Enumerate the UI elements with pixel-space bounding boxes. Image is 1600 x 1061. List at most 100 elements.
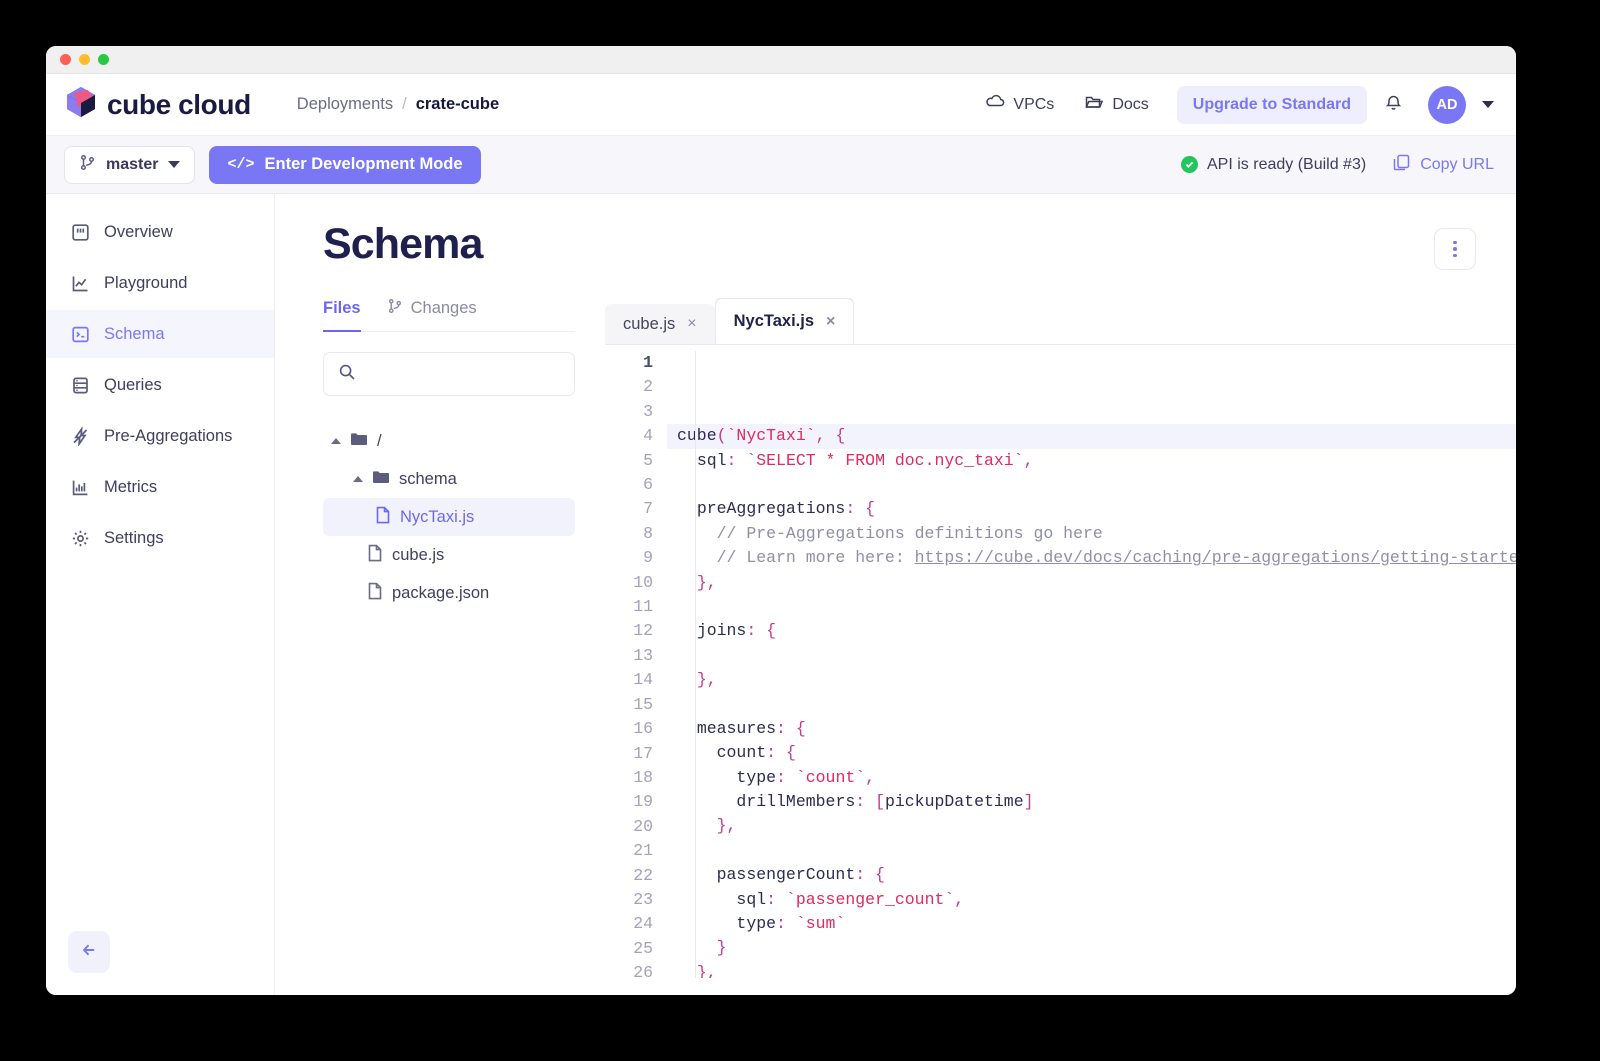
code-line[interactable]: }, [667, 571, 1516, 595]
branch-icon [387, 298, 403, 319]
tab-files[interactable]: Files [323, 298, 361, 332]
line-number: 21 [633, 841, 653, 861]
sidebar-item-label: Metrics [104, 477, 158, 496]
editor-tab-nyctaxi[interactable]: NycTaxi.js × [714, 298, 855, 344]
tree-file-nyctaxi[interactable]: NycTaxi.js [323, 498, 575, 536]
sidebar-item-label: Queries [104, 375, 162, 394]
sidebar-item-label: Schema [104, 324, 165, 343]
docs-label: Docs [1112, 95, 1149, 113]
code-lines[interactable]: cube(`NycTaxi`, { sql: `SELECT * FROM do… [667, 345, 1516, 978]
file-icon [375, 506, 391, 529]
code-line[interactable]: sql: `passenger_count`, [667, 888, 1516, 912]
breadcrumb-current[interactable]: crate-cube [416, 95, 499, 114]
playground-icon [70, 273, 90, 293]
schema-icon [70, 324, 90, 344]
metrics-icon [70, 477, 90, 497]
code-line[interactable]: drillMembers: [pickupDatetime] [667, 790, 1516, 814]
sidebar-item-schema[interactable]: Schema [46, 310, 274, 358]
check-circle-icon [1181, 156, 1198, 173]
search-input[interactable] [366, 365, 565, 383]
tree-folder-schema[interactable]: schema [323, 460, 575, 498]
code-line[interactable]: joins: { [667, 619, 1516, 643]
sidebar-item-queries[interactable]: Queries [46, 361, 274, 409]
line-number: 11 [633, 597, 653, 617]
enter-development-mode-button[interactable]: </> Enter Development Mode [209, 145, 481, 184]
code-line[interactable]: // Pre-Aggregations definitions go here [667, 522, 1516, 546]
breadcrumb-deployments[interactable]: Deployments [297, 95, 393, 114]
screenshot-root: cube cloud Deployments / crate-cube VPCs [0, 0, 1600, 1061]
code-line[interactable] [667, 839, 1516, 863]
code-line[interactable]: count: { [667, 741, 1516, 765]
app-body: Overview Playground Schema Queries Pre-A… [46, 194, 1516, 995]
sidebar-item-overview[interactable]: Overview [46, 208, 274, 256]
cube-logo-icon [64, 85, 98, 124]
breadcrumb: Deployments / crate-cube [297, 95, 499, 114]
line-number: 20 [633, 816, 653, 836]
sidebar-item-label: Pre-Aggregations [104, 426, 233, 445]
code-area[interactable]: 1 2 3 4 5 6 7 8 9 10 11 12 13 14 15 16 17 18 19 20 21 22 23 24 2… [605, 344, 1516, 978]
folder-open-icon [1084, 92, 1104, 117]
brand-logo[interactable]: cube cloud [64, 85, 251, 124]
editor-tab-label: cube.js [623, 314, 676, 333]
editor-tab-cubejs[interactable]: cube.js × [605, 304, 715, 344]
queries-icon [70, 375, 90, 395]
minimize-window-button[interactable] [79, 54, 90, 65]
avatar[interactable]: AD [1428, 85, 1466, 124]
sidebar-item-metrics[interactable]: Metrics [46, 463, 274, 511]
code-line[interactable]: }, [667, 814, 1516, 838]
code-line[interactable]: preAggregations: { [667, 497, 1516, 521]
code-line[interactable]: }, [667, 668, 1516, 692]
code-line[interactable]: }, [667, 961, 1516, 978]
docs-link[interactable]: Docs [1072, 84, 1160, 125]
notifications-button[interactable] [1373, 84, 1414, 126]
code-line[interactable] [667, 693, 1516, 717]
sidebar-item-label: Settings [104, 528, 164, 547]
folder-icon [350, 431, 368, 452]
code-line[interactable]: passengerCount: { [667, 863, 1516, 887]
copy-url-button[interactable]: Copy URL [1392, 153, 1494, 177]
close-window-button[interactable] [60, 54, 71, 65]
sidebar-item-playground[interactable]: Playground [46, 259, 274, 307]
upgrade-button[interactable]: Upgrade to Standard [1176, 85, 1367, 124]
line-number: 6 [643, 475, 653, 495]
bell-icon [1383, 92, 1404, 118]
code-line[interactable]: cube(`NycTaxi`, { [667, 424, 1516, 449]
code-line[interactable]: sql: `SELECT * FROM doc.nyc_taxi`, [667, 449, 1516, 473]
code-line[interactable]: // Learn more here: https://cube.dev/doc… [667, 546, 1516, 570]
line-number: 12 [633, 621, 653, 641]
tree-item-label: / [377, 431, 382, 450]
page-menu-button[interactable] [1434, 228, 1476, 270]
tree-file-cubejs[interactable]: cube.js [323, 536, 575, 574]
code-line[interactable] [667, 595, 1516, 619]
line-number: 5 [643, 450, 653, 470]
tab-changes[interactable]: Changes [387, 298, 477, 331]
line-number: 23 [633, 889, 653, 909]
account-menu-chevron-down-icon[interactable] [1482, 101, 1494, 108]
bolt-icon [70, 426, 90, 446]
tree-folder-root[interactable]: / [323, 422, 575, 460]
triangle-expanded-icon [353, 476, 363, 482]
code-line[interactable]: type: `sum` [667, 912, 1516, 936]
close-icon[interactable]: × [687, 316, 696, 332]
file-search[interactable] [323, 352, 575, 396]
close-icon[interactable]: × [826, 313, 835, 330]
schema-panes: Files Changes / schema NycTaxi.js cube.j… [275, 298, 1516, 978]
code-line[interactable]: measures: { [667, 717, 1516, 741]
sidebar-item-pre-aggregations[interactable]: Pre-Aggregations [46, 412, 274, 460]
api-status-label: API is ready (Build #3) [1207, 155, 1367, 173]
code-line[interactable] [667, 644, 1516, 668]
editor-tabs: cube.js × NycTaxi.js × [605, 298, 1516, 344]
maximize-window-button[interactable] [98, 54, 109, 65]
code-line[interactable] [667, 473, 1516, 497]
line-number-gutter: 1 2 3 4 5 6 7 8 9 10 11 12 13 14 15 16 17 18 19 20 21 22 23 24 2… [605, 345, 667, 978]
branch-selector[interactable]: master [64, 145, 196, 184]
tree-file-packagejson[interactable]: package.json [323, 574, 575, 612]
code-line[interactable]: } [667, 936, 1516, 960]
vpcs-link[interactable]: VPCs [973, 84, 1066, 125]
line-number: 25 [633, 938, 653, 958]
file-icon [367, 582, 383, 605]
sidebar-item-settings[interactable]: Settings [46, 514, 274, 562]
collapse-sidebar-button[interactable] [68, 931, 110, 973]
code-line[interactable]: type: `count`, [667, 766, 1516, 790]
page-header: Schema [275, 194, 1516, 270]
